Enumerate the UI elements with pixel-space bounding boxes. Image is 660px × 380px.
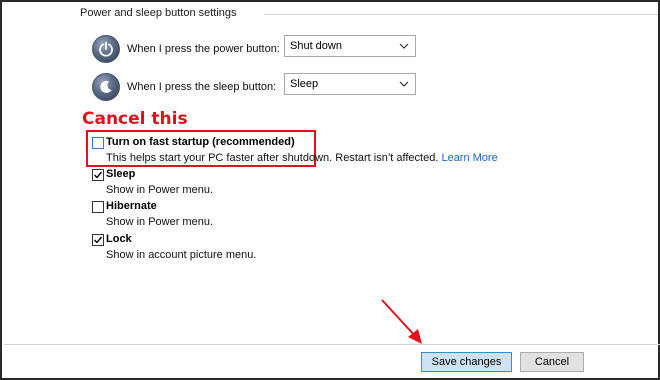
footer-divider bbox=[4, 344, 660, 345]
lock-option-desc: Show in account picture menu. bbox=[106, 249, 257, 261]
hibernate-option-desc: Show in Power menu. bbox=[106, 216, 213, 228]
fast-startup-checkbox[interactable] bbox=[92, 137, 104, 149]
settings-window: Power and sleep button settings When I p… bbox=[0, 0, 660, 380]
sleep-button-select[interactable]: Sleep bbox=[284, 73, 416, 95]
annotation-label: Cancel this bbox=[82, 109, 188, 129]
hibernate-checkbox[interactable] bbox=[92, 201, 104, 213]
checkmark-icon bbox=[94, 236, 103, 244]
power-button-row: When I press the power button: Shut down bbox=[92, 35, 432, 65]
section-divider bbox=[264, 14, 658, 15]
power-button-label: When I press the power button: bbox=[127, 43, 280, 55]
power-icon bbox=[92, 35, 120, 63]
fast-startup-title: Turn on fast startup (recommended) bbox=[106, 136, 295, 148]
power-button-select[interactable]: Shut down bbox=[284, 35, 416, 57]
cancel-button[interactable]: Cancel bbox=[520, 352, 584, 372]
checkmark-icon bbox=[94, 171, 103, 179]
sleep-option-title: Sleep bbox=[106, 168, 136, 180]
sleep-option-desc: Show in Power menu. bbox=[106, 184, 213, 196]
save-changes-button[interactable]: Save changes bbox=[421, 352, 512, 372]
power-button-value: Shut down bbox=[290, 40, 342, 52]
fast-startup-desc-row: This helps start your PC faster after sh… bbox=[106, 152, 498, 164]
learn-more-link[interactable]: Learn More bbox=[441, 152, 497, 164]
moon-icon bbox=[92, 73, 120, 101]
sleep-checkbox[interactable] bbox=[92, 169, 104, 181]
sleep-button-value: Sleep bbox=[290, 78, 319, 90]
lock-checkbox[interactable] bbox=[92, 234, 104, 246]
sleep-button-row: When I press the sleep button: Sleep bbox=[92, 73, 432, 103]
chevron-down-icon bbox=[399, 78, 409, 93]
fast-startup-desc: This helps start your PC faster after sh… bbox=[106, 152, 439, 164]
chevron-down-icon bbox=[399, 40, 409, 55]
sleep-button-label: When I press the sleep button: bbox=[127, 81, 277, 93]
annotation-arrow-icon bbox=[381, 299, 422, 344]
lock-option-title: Lock bbox=[106, 233, 132, 245]
section-title: Power and sleep button settings bbox=[80, 7, 237, 19]
hibernate-option-title: Hibernate bbox=[106, 200, 157, 212]
